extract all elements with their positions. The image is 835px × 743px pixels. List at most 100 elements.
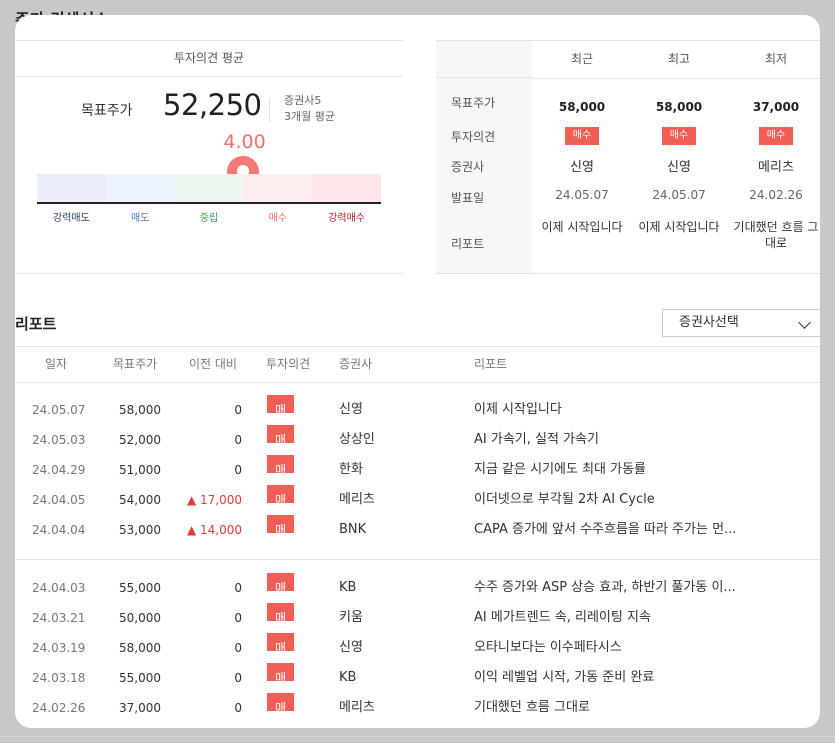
row-diff: 0 <box>234 611 242 625</box>
summary-opinion: 매수 <box>726 127 820 145</box>
row-report-link[interactable]: 이더넷으로 부각될 2차 AI Cycle <box>474 485 764 515</box>
row-broker: KB <box>339 580 357 595</box>
row-diff: 0 <box>234 671 242 685</box>
row-target: 58,000 <box>119 641 161 655</box>
row-target: 55,000 <box>119 671 161 685</box>
opinion-badge: 매수 <box>267 425 295 477</box>
row-target: 51,000 <box>119 463 161 477</box>
row-date: 24.04.29 <box>32 463 86 477</box>
summary-target: 58,000 <box>655 100 703 114</box>
table-row[interactable]: 24.04.29 51,000 0 매수 한화 지금 같은 시기에도 최대 가동률 <box>15 455 820 507</box>
table-row[interactable]: 24.03.18 55,000 0 매수 KB 이익 레벨업 시작, 가동 준비 완료 <box>15 663 820 715</box>
summary-broker: 신영 <box>667 160 691 175</box>
consensus-header: 투자의견 평균 <box>15 40 403 77</box>
row-broker: 한화 <box>339 462 363 477</box>
divider <box>0 736 835 737</box>
table-row[interactable]: 24.03.21 50,000 0 매수 키움 AI 메가트렌드 속, 리레이팅 지속 <box>15 603 820 655</box>
opinion-badge: 매수 <box>267 573 295 625</box>
row-report-link[interactable]: AI 메가트렌드 속, 리레이팅 지속 <box>474 603 764 633</box>
row-date: 24.03.18 <box>32 671 86 685</box>
column-header-high: 최고 <box>667 52 691 66</box>
row-date: 24.05.03 <box>32 433 86 447</box>
consensus-panel: 투자의견 평균 <box>15 40 403 77</box>
row-date: 24.04.04 <box>32 523 86 537</box>
scale-segment <box>174 174 244 204</box>
row-broker: 메리츠 <box>339 700 375 715</box>
broker-select[interactable]: 증권사선택 <box>662 309 820 337</box>
table-row[interactable]: 24.02.26 37,000 0 매수 메리츠 기대했던 흐름 그대로 <box>15 693 820 723</box>
row-broker: KB <box>339 670 357 685</box>
row-target: 55,000 <box>119 581 161 595</box>
table-row[interactable]: 24.04.04 53,000 ▲ 14,000 매수 BNK CAPA 증가에 앞서 수… <box>15 515 820 567</box>
header-date: 일자 <box>45 357 68 371</box>
row-report-link[interactable]: CAPA 증가에 앞서 수주흐름을 따라 주가는 먼... <box>474 515 764 545</box>
header-diff: 이전 대비 <box>189 357 237 371</box>
column-header-low: 최저 <box>764 52 788 66</box>
row-diff: 0 <box>234 463 242 477</box>
divider <box>532 78 820 79</box>
scale-label: 매도 <box>130 213 150 224</box>
table-row[interactable]: 24.05.07 58,000 0 매수 신영 이제 시작입니다 <box>15 395 820 447</box>
row-broker: 키움 <box>339 610 363 625</box>
row-report-link[interactable]: 기대했던 흐름 그대로 <box>474 693 764 723</box>
summary-report[interactable]: 기대했던 흐름 그대로 <box>730 219 820 251</box>
row-diff: 0 <box>234 433 242 447</box>
row-broker: 신영 <box>339 402 363 417</box>
summary-date: 24.05.07 <box>555 188 609 202</box>
opinion-badge: 매수 <box>661 127 697 145</box>
scale-label: 매수 <box>268 213 287 224</box>
summary-report[interactable]: 이제 시작입니다 <box>536 219 628 235</box>
table-row[interactable]: 24.03.19 58,000 0 매수 신영 오타니보다는 이수페타시스 <box>15 633 820 685</box>
row-report-link[interactable]: 오타니보다는 이수페타시스 <box>474 633 764 663</box>
header-report: 리포트 <box>474 357 508 371</box>
row-target: 52,000 <box>119 433 161 447</box>
target-price-row: 목표주가 52,250 증권사5 3개월 평균 <box>15 78 403 138</box>
header-opinion: 투자의견 <box>266 357 311 371</box>
row-label-target: 목표주가 <box>451 96 496 110</box>
row-report-link[interactable]: 지금 같은 시기에도 최대 가동률 <box>474 455 764 485</box>
reports-table-header: 일자 목표주가 이전 대비 투자의견 증권사 리포트 <box>15 346 820 383</box>
summary-opinion: 매수 <box>629 127 729 145</box>
row-report-link[interactable]: 이익 레벨업 시작, 가동 준비 완료 <box>474 663 764 693</box>
row-target: 50,000 <box>119 611 161 625</box>
target-meta: 증권사5 3개월 평균 <box>284 93 335 125</box>
row-target: 53,000 <box>119 523 161 537</box>
row-report-link[interactable]: AI 가속기, 실적 가속기 <box>474 425 764 455</box>
opinion-badge: 매수 <box>564 127 600 145</box>
target-price-value: 52,250 <box>163 88 262 122</box>
row-target: 54,000 <box>119 493 161 507</box>
summary-row-labels: 목표주가 투자의견 증권사 발표일 리포트 <box>436 41 532 273</box>
opinion-badge: 매수 <box>267 633 295 685</box>
row-date: 24.03.21 <box>32 611 86 625</box>
summary-report[interactable]: 이제 시작입니다 <box>633 219 725 235</box>
average-period: 3개월 평균 <box>284 110 335 123</box>
scale-segment <box>312 174 381 204</box>
scale-segment <box>105 174 175 204</box>
header-broker: 증권사 <box>339 357 373 371</box>
opinion-badge: 매수 <box>758 127 794 145</box>
scale-label: 중립 <box>199 213 219 224</box>
row-broker: 신영 <box>339 640 363 655</box>
table-row[interactable]: 24.04.03 55,000 0 매수 KB 수주 증가와 ASP 상승 효과, 하반기… <box>15 573 820 625</box>
row-report-link[interactable]: 이제 시작입니다 <box>474 395 764 425</box>
opinion-badge: 매수 <box>267 515 295 567</box>
row-label-opinion: 투자의견 <box>451 130 496 144</box>
row-broker: BNK <box>339 522 367 537</box>
row-diff: 0 <box>234 403 242 417</box>
opinion-badge: 매수 <box>267 603 295 655</box>
consensus-card: 투자의견 평균 목표주가 52,250 증권사5 3개월 평균 4.00 강력매… <box>15 15 820 728</box>
table-row[interactable]: 24.05.03 52,000 0 매수 상상인 AI 가속기, 실적 가속기 <box>15 425 820 477</box>
row-diff: ▲ 17,000 <box>186 493 242 507</box>
summary-date: 24.02.26 <box>749 188 803 202</box>
row-target: 37,000 <box>119 701 161 715</box>
broker-select-label: 증권사선택 <box>679 315 739 330</box>
column-header-recent: 최근 <box>570 52 594 66</box>
row-diff: 0 <box>234 701 242 715</box>
opinion-badge: 매수 <box>267 455 295 507</box>
scale-label: 강력매도 <box>52 213 90 224</box>
summary-target: 58,000 <box>558 100 606 114</box>
row-report-link[interactable]: 수주 증가와 ASP 상승 효과, 하반기 풀가동 이... <box>474 573 764 603</box>
table-row[interactable]: 24.04.05 54,000 ▲ 17,000 매수 메리츠 이더넷으로 부각될 2차 … <box>15 485 820 537</box>
row-diff: 0 <box>234 581 242 595</box>
header-target: 목표주가 <box>113 357 158 371</box>
